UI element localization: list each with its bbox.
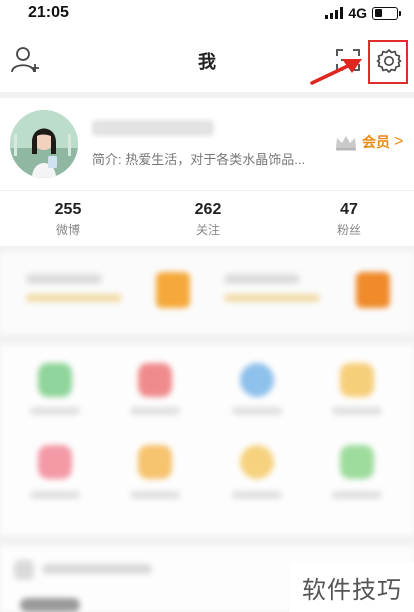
stat-label: 微博 [55, 223, 80, 237]
stat-label: 关注 [195, 223, 220, 237]
crown-icon [336, 136, 356, 151]
stat-following[interactable]: 262 关注 [163, 201, 253, 238]
top-nav-bar: 我 [0, 26, 414, 92]
watermark: 软件技巧 [290, 562, 414, 612]
username-redacted [92, 120, 214, 136]
stat-weibo[interactable]: 255 微博 [23, 201, 113, 238]
settings-highlight-box [368, 40, 408, 84]
avatar[interactable] [10, 110, 78, 178]
status-bar: 21:05 4G [0, 0, 414, 26]
profile-intro: 简介: 热爱生活，对于各类水晶饰品... [92, 152, 306, 167]
stats-row: 255 微博 262 关注 47 粉丝 [0, 190, 414, 246]
stat-value: 255 [54, 201, 82, 218]
stat-followers[interactable]: 47 粉丝 [304, 201, 394, 238]
promo-banner-row[interactable] [0, 252, 414, 334]
stat-label: 粉丝 [336, 223, 361, 237]
battery-icon [372, 6, 401, 20]
vip-member-link[interactable]: 会员 > [334, 132, 403, 152]
status-indicators: 4G [325, 5, 401, 21]
network-label: 4G [348, 5, 367, 21]
chevron-right-icon: > [394, 133, 404, 150]
function-grid[interactable] [0, 345, 414, 535]
status-time: 21:05 [28, 4, 69, 21]
stat-value: 47 [340, 201, 358, 218]
annotation-arrow [310, 59, 362, 85]
signal-icon [325, 7, 344, 19]
vip-label: 会员 [362, 134, 390, 150]
profile-card[interactable]: 简介: 热爱生活，对于各类水晶饰品... 会员 > [0, 98, 414, 190]
stat-value: 262 [194, 201, 222, 218]
